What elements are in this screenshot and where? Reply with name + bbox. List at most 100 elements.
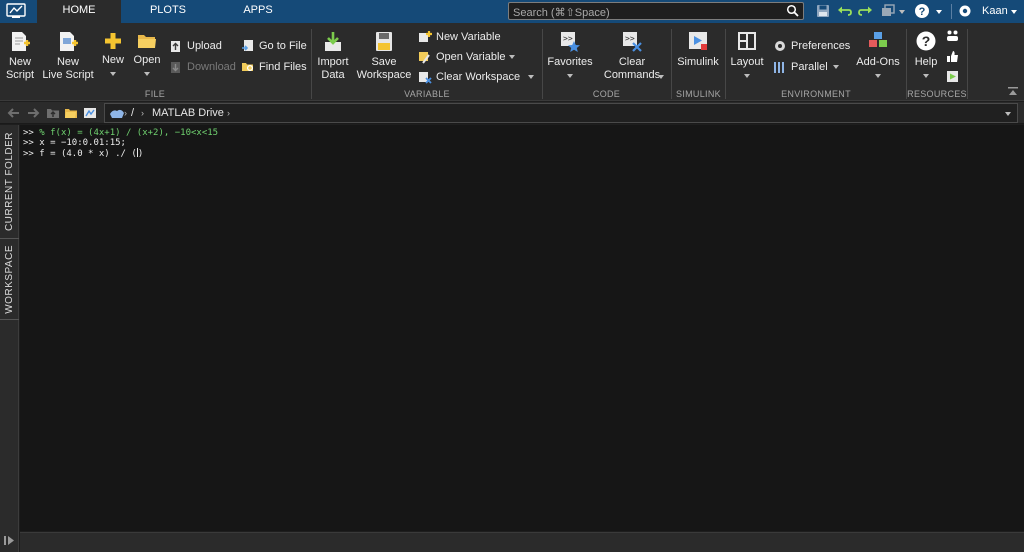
command-window[interactable]: >> % f(x) = (4x+1) / (x+2), −10<x<15 >> … [20, 125, 1024, 531]
open-variable-button[interactable]: Open Variable [418, 49, 528, 65]
command-input-line[interactable]: >> f = (4.0 * x) ./ () [23, 148, 143, 159]
save-icon[interactable] [815, 3, 831, 19]
preferences-button[interactable]: Preferences [773, 38, 853, 54]
favorites-dropdown-icon [567, 74, 573, 78]
back-icon[interactable] [7, 106, 21, 120]
address-bar: › / › MATLAB Drive › [0, 102, 1024, 124]
tab-apps[interactable]: APPS [216, 0, 300, 23]
new-live-script-icon [60, 32, 78, 51]
path-folder[interactable]: MATLAB Drive [152, 107, 224, 119]
drive-root-icon[interactable] [83, 106, 97, 120]
find-files-icon [242, 63, 254, 72]
open-dropdown-icon [144, 72, 150, 76]
open-variable-dropdown-icon [509, 55, 515, 59]
tab-plots[interactable]: PLOTS [127, 0, 209, 23]
simulink-button[interactable]: Simulink [676, 30, 720, 69]
new-variable-button[interactable]: New Variable [418, 29, 528, 45]
simulink-icon [689, 32, 707, 50]
clear-commands-dropdown-icon [658, 75, 664, 79]
command-line: >> % f(x) = (4x+1) / (x+2), −10<x<15 [23, 128, 219, 138]
new-dropdown-icon [110, 72, 116, 76]
group-label-file: FILE [144, 89, 166, 99]
add-ons-button[interactable]: Add-Ons [854, 30, 902, 82]
find-files-button[interactable]: Find Files [241, 59, 311, 75]
new-script-button[interactable]: New Script [4, 30, 36, 82]
upload-icon [171, 41, 180, 52]
undo-icon[interactable] [837, 3, 853, 19]
add-ons-icon [869, 32, 887, 47]
path-field[interactable]: › / › MATLAB Drive › [104, 103, 1018, 123]
switch-windows-dropdown-icon[interactable] [899, 10, 905, 14]
side-divider [0, 319, 19, 320]
group-label-variable: VARIABLE [404, 89, 450, 99]
matlab-logo-icon[interactable] [6, 3, 26, 19]
help-dropdown-icon [923, 74, 929, 78]
new-button[interactable]: New [100, 30, 126, 80]
help-dropdown-icon[interactable] [936, 10, 942, 14]
drive-icon [110, 109, 124, 118]
help-icon: ? [916, 31, 936, 51]
tab-workspace[interactable]: WORKSPACE [0, 239, 19, 319]
open-variable-icon [419, 52, 430, 64]
svg-text:>>: >> [563, 34, 573, 43]
command-line: >> x = −10:0.01:15; [23, 138, 126, 148]
go-to-file-icon [242, 40, 253, 51]
svg-text:?: ? [919, 6, 926, 18]
path-root[interactable]: / [131, 107, 134, 119]
search-icon[interactable] [786, 4, 800, 18]
community-icon[interactable] [946, 29, 959, 42]
favorites-button[interactable]: >> Favorites [546, 30, 594, 82]
ribbon-home: New Script New Live Script New Open Uplo… [0, 23, 1024, 101]
go-to-file-button[interactable]: Go to File [241, 38, 311, 54]
group-label-simulink: SIMULINK [676, 89, 721, 99]
new-live-script-button[interactable]: New Live Script [42, 30, 94, 82]
download-icon [171, 62, 180, 73]
layout-dropdown-icon [744, 74, 750, 78]
layout-button[interactable]: Layout [730, 30, 764, 82]
svg-text:?: ? [922, 33, 931, 49]
group-separator [967, 29, 968, 99]
collapse-ribbon-icon[interactable] [1008, 87, 1018, 97]
import-data-button[interactable]: Import Data [314, 30, 352, 82]
save-workspace-button[interactable]: Save Workspace [356, 30, 412, 82]
side-panel-bar: CURRENT FOLDER WORKSPACE [0, 125, 19, 552]
open-icon [138, 35, 156, 48]
command-history-icon[interactable] [4, 535, 15, 546]
request-support-icon[interactable] [946, 50, 959, 63]
layout-icon [738, 32, 756, 50]
learn-matlab-icon[interactable] [946, 70, 959, 83]
clear-commands-button[interactable]: >> Clear Commands [598, 30, 666, 82]
download-button[interactable]: Download [169, 59, 239, 75]
group-label-environment: ENVIRONMENT [781, 89, 851, 99]
new-script-icon [12, 32, 30, 51]
browse-folder-icon[interactable] [64, 106, 78, 120]
parallel-button[interactable]: Parallel [773, 59, 853, 75]
parallel-dropdown-icon [833, 65, 839, 69]
help-button[interactable]: ? Help [910, 30, 942, 82]
tab-current-folder[interactable]: CURRENT FOLDER [0, 125, 19, 238]
up-folder-icon[interactable] [46, 106, 60, 120]
redo-icon[interactable] [857, 3, 873, 19]
user-name[interactable]: Kaan [982, 5, 1008, 17]
open-button[interactable]: Open [132, 30, 162, 80]
switch-windows-icon[interactable] [880, 3, 896, 19]
upload-button[interactable]: Upload [169, 38, 239, 54]
favorites-icon: >> [561, 32, 580, 52]
status-bar [20, 532, 1024, 552]
tab-home[interactable]: HOME [37, 0, 121, 23]
search-input[interactable] [509, 5, 779, 21]
matlab-desktop: HOME PLOTS APPS Search (⌘⇧Space) ? Kaan … [0, 0, 1024, 552]
path-separator: › [124, 108, 127, 118]
user-dropdown-icon[interactable] [1011, 10, 1017, 14]
path-dropdown-icon[interactable] [1005, 112, 1011, 116]
new-variable-icon [419, 31, 432, 42]
help-icon[interactable]: ? [914, 3, 930, 19]
settings-icon[interactable] [958, 4, 972, 18]
svg-text:>>: >> [625, 34, 635, 43]
search-box[interactable] [508, 2, 804, 21]
import-data-icon [325, 32, 341, 51]
path-separator: › [141, 108, 144, 118]
add-ons-dropdown-icon [875, 74, 881, 78]
forward-icon[interactable] [26, 106, 40, 120]
clear-workspace-button[interactable]: Clear Workspace [418, 69, 540, 85]
